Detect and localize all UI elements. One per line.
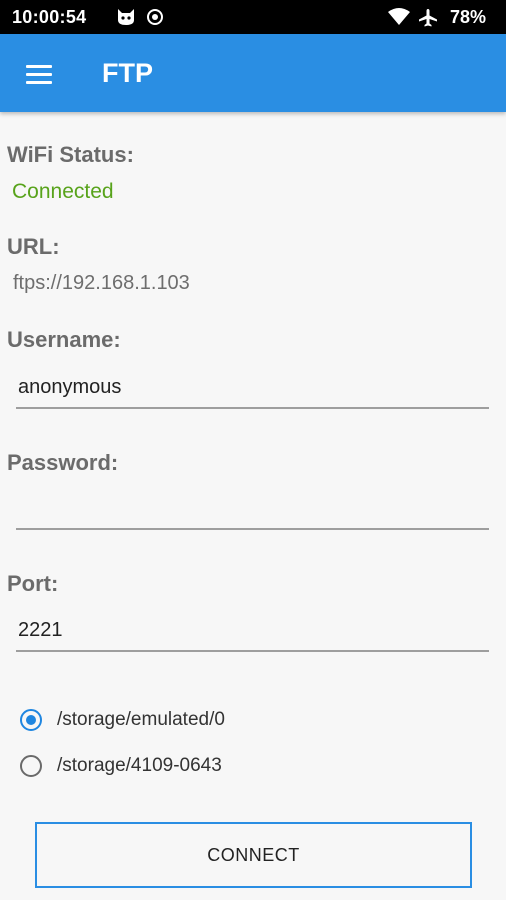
password-label: Password:	[7, 450, 119, 475]
storage-option-sdcard[interactable]: /storage/4109-0643	[20, 750, 222, 782]
status-time: 10:00:54	[12, 7, 87, 27]
storage-option-label: /storage/4109-0643	[57, 755, 222, 776]
airplane-mode-icon	[418, 8, 438, 33]
storage-option-emulated[interactable]: /storage/emulated/0	[20, 704, 225, 736]
status-bar: 10:00:54 78%	[0, 0, 506, 34]
storage-option-label: /storage/emulated/0	[57, 709, 225, 730]
port-label: Port:	[7, 571, 59, 596]
username-label: Username:	[7, 327, 121, 352]
radio-checked-icon[interactable]	[20, 709, 42, 731]
password-field[interactable]	[16, 490, 489, 530]
menu-icon[interactable]	[14, 54, 54, 94]
url-label: URL:	[7, 234, 60, 259]
app-title: FTP	[102, 58, 153, 88]
notification-circle-icon	[146, 8, 164, 31]
port-field[interactable]	[16, 612, 489, 652]
connect-button[interactable]: CONNECT	[35, 822, 472, 888]
notification-cat-icon	[116, 8, 136, 31]
radio-unchecked-icon[interactable]	[20, 755, 42, 777]
battery-percent: 78%	[450, 7, 487, 27]
username-field[interactable]	[16, 369, 489, 409]
wifi-status-label: WiFi Status:	[7, 142, 134, 167]
wifi-icon	[388, 8, 410, 31]
url-value: ftps://192.168.1.103	[13, 272, 190, 294]
app-bar: FTP	[0, 34, 506, 112]
wifi-status-value: Connected	[12, 180, 114, 203]
